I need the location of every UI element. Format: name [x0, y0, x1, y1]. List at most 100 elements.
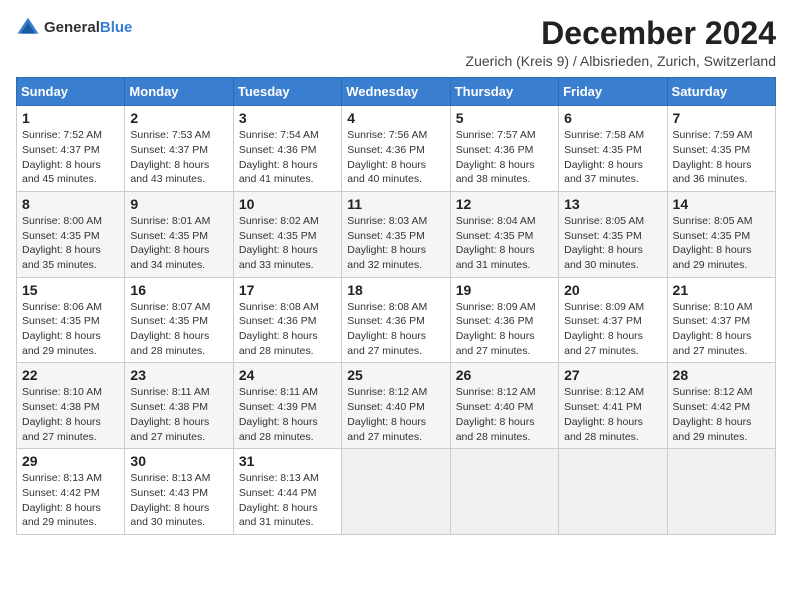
calendar-cell: 1 Sunrise: 7:52 AMSunset: 4:37 PMDaylight…: [17, 106, 125, 192]
cell-day-number: 23: [130, 367, 227, 383]
cell-info: Sunrise: 8:13 AMSunset: 4:43 PMDaylight:…: [130, 471, 227, 530]
week-row-2: 8Sunrise: 8:00 AMSunset: 4:35 PMDaylight…: [17, 191, 776, 277]
calendar-cell: 11 Sunrise: 8:03 AMSunset: 4:35 PMDayligh…: [342, 191, 450, 277]
cell-day-number: 15: [22, 282, 119, 298]
calendar-table: SundayMondayTuesdayWednesdayThursdayFrid…: [16, 77, 776, 535]
cell-day-number: 3: [239, 110, 336, 126]
calendar-cell: 26 Sunrise: 8:12 AMSunset: 4:40 PMDayligh…: [450, 363, 558, 449]
calendar-cell: 18Sunrise: 8:08 AMSunset: 4:36 PMDayligh…: [342, 277, 450, 363]
calendar-cell: 31 Sunrise: 8:13 AMSunset: 4:44 PMDayligh…: [233, 449, 341, 535]
calendar-cell: 2 Sunrise: 7:53 AMSunset: 4:37 PMDaylight…: [125, 106, 233, 192]
cell-info: Sunrise: 8:11 AMSunset: 4:38 PMDaylight:…: [130, 385, 227, 444]
logo-icon: [16, 16, 40, 40]
header-tuesday: Tuesday: [233, 78, 341, 106]
calendar-cell: 16 Sunrise: 8:07 AMSunset: 4:35 PMDayligh…: [125, 277, 233, 363]
cell-day-number: 4: [347, 110, 444, 126]
cell-day-number: 8: [22, 196, 119, 212]
cell-info: Sunrise: 8:12 AMSunset: 4:40 PMDaylight:…: [347, 385, 444, 444]
cell-info: Sunrise: 8:07 AMSunset: 4:35 PMDaylight:…: [130, 300, 227, 359]
cell-info: Sunrise: 8:12 AMSunset: 4:41 PMDaylight:…: [564, 385, 661, 444]
cell-info: Sunrise: 8:08 AMSunset: 4:36 PMDaylight:…: [347, 300, 444, 359]
cell-day-number: 10: [239, 196, 336, 212]
calendar-cell: 13 Sunrise: 8:05 AMSunset: 4:35 PMDayligh…: [559, 191, 667, 277]
calendar-cell: 7Sunrise: 7:59 AMSunset: 4:35 PMDaylight…: [667, 106, 775, 192]
calendar-cell: 27 Sunrise: 8:12 AMSunset: 4:41 PMDayligh…: [559, 363, 667, 449]
cell-day-number: 21: [673, 282, 770, 298]
cell-info: Sunrise: 7:59 AMSunset: 4:35 PMDaylight:…: [673, 128, 770, 187]
header-thursday: Thursday: [450, 78, 558, 106]
calendar-cell: 20Sunrise: 8:09 AMSunset: 4:37 PMDayligh…: [559, 277, 667, 363]
calendar-cell: 8Sunrise: 8:00 AMSunset: 4:35 PMDaylight…: [17, 191, 125, 277]
cell-info: Sunrise: 8:12 AMSunset: 4:40 PMDaylight:…: [456, 385, 553, 444]
header-sunday: Sunday: [17, 78, 125, 106]
cell-day-number: 31: [239, 453, 336, 469]
cell-day-number: 14: [673, 196, 770, 212]
cell-day-number: 5: [456, 110, 553, 126]
page-header: General Blue December 2024 Zuerich (Krei…: [16, 16, 776, 69]
cell-info: Sunrise: 8:06 AMSunset: 4:35 PMDaylight:…: [22, 300, 119, 359]
calendar-cell: [667, 449, 775, 535]
calendar-cell: 6Sunrise: 7:58 AMSunset: 4:35 PMDaylight…: [559, 106, 667, 192]
cell-info: Sunrise: 8:09 AMSunset: 4:36 PMDaylight:…: [456, 300, 553, 359]
cell-day-number: 11: [347, 196, 444, 212]
cell-info: Sunrise: 7:57 AMSunset: 4:36 PMDaylight:…: [456, 128, 553, 187]
cell-day-number: 26: [456, 367, 553, 383]
cell-day-number: 20: [564, 282, 661, 298]
calendar-cell: 5 Sunrise: 7:57 AMSunset: 4:36 PMDaylight…: [450, 106, 558, 192]
cell-info: Sunrise: 7:53 AMSunset: 4:37 PMDaylight:…: [130, 128, 227, 187]
week-row-3: 15 Sunrise: 8:06 AMSunset: 4:35 PMDayligh…: [17, 277, 776, 363]
cell-info: Sunrise: 8:13 AMSunset: 4:44 PMDaylight:…: [239, 471, 336, 530]
cell-info: Sunrise: 8:13 AMSunset: 4:42 PMDaylight:…: [22, 471, 119, 530]
logo-text: General Blue: [44, 20, 132, 37]
calendar-cell: 21 Sunrise: 8:10 AMSunset: 4:37 PMDayligh…: [667, 277, 775, 363]
cell-day-number: 13: [564, 196, 661, 212]
cell-day-number: 19: [456, 282, 553, 298]
cell-info: Sunrise: 7:56 AMSunset: 4:36 PMDaylight:…: [347, 128, 444, 187]
logo-general: General: [44, 20, 100, 37]
cell-info: Sunrise: 8:10 AMSunset: 4:37 PMDaylight:…: [673, 300, 770, 359]
cell-info: Sunrise: 7:52 AMSunset: 4:37 PMDaylight:…: [22, 128, 119, 187]
cell-info: Sunrise: 8:03 AMSunset: 4:35 PMDaylight:…: [347, 214, 444, 273]
header-monday: Monday: [125, 78, 233, 106]
calendar-cell: 4 Sunrise: 7:56 AMSunset: 4:36 PMDaylight…: [342, 106, 450, 192]
logo-blue: Blue: [100, 20, 133, 37]
week-row-4: 22 Sunrise: 8:10 AMSunset: 4:38 PMDayligh…: [17, 363, 776, 449]
calendar-cell: 17 Sunrise: 8:08 AMSunset: 4:36 PMDayligh…: [233, 277, 341, 363]
cell-info: Sunrise: 7:54 AMSunset: 4:36 PMDaylight:…: [239, 128, 336, 187]
cell-day-number: 12: [456, 196, 553, 212]
calendar-cell: 28 Sunrise: 8:12 AMSunset: 4:42 PMDayligh…: [667, 363, 775, 449]
calendar-cell: 10Sunrise: 8:02 AMSunset: 4:35 PMDayligh…: [233, 191, 341, 277]
calendar-cell: 22 Sunrise: 8:10 AMSunset: 4:38 PMDayligh…: [17, 363, 125, 449]
calendar-cell: [342, 449, 450, 535]
calendar-title: December 2024: [466, 16, 776, 51]
calendar-cell: 12Sunrise: 8:04 AMSunset: 4:35 PMDayligh…: [450, 191, 558, 277]
cell-day-number: 22: [22, 367, 119, 383]
calendar-cell: 3 Sunrise: 7:54 AMSunset: 4:36 PMDaylight…: [233, 106, 341, 192]
cell-day-number: 29: [22, 453, 119, 469]
calendar-cell: 23 Sunrise: 8:11 AMSunset: 4:38 PMDayligh…: [125, 363, 233, 449]
cell-day-number: 6: [564, 110, 661, 126]
calendar-cell: [450, 449, 558, 535]
calendar-cell: 19 Sunrise: 8:09 AMSunset: 4:36 PMDayligh…: [450, 277, 558, 363]
logo: General Blue: [16, 16, 132, 40]
header-wednesday: Wednesday: [342, 78, 450, 106]
calendar-cell: 24Sunrise: 8:11 AMSunset: 4:39 PMDayligh…: [233, 363, 341, 449]
cell-day-number: 2: [130, 110, 227, 126]
cell-info: Sunrise: 8:08 AMSunset: 4:36 PMDaylight:…: [239, 300, 336, 359]
calendar-cell: 30Sunrise: 8:13 AMSunset: 4:43 PMDayligh…: [125, 449, 233, 535]
cell-info: Sunrise: 8:05 AMSunset: 4:35 PMDaylight:…: [564, 214, 661, 273]
cell-day-number: 16: [130, 282, 227, 298]
cell-day-number: 1: [22, 110, 119, 126]
header-row: SundayMondayTuesdayWednesdayThursdayFrid…: [17, 78, 776, 106]
calendar-cell: 15 Sunrise: 8:06 AMSunset: 4:35 PMDayligh…: [17, 277, 125, 363]
calendar-cell: 14 Sunrise: 8:05 AMSunset: 4:35 PMDayligh…: [667, 191, 775, 277]
cell-info: Sunrise: 8:10 AMSunset: 4:38 PMDaylight:…: [22, 385, 119, 444]
cell-info: Sunrise: 8:12 AMSunset: 4:42 PMDaylight:…: [673, 385, 770, 444]
cell-day-number: 28: [673, 367, 770, 383]
cell-info: Sunrise: 8:05 AMSunset: 4:35 PMDaylight:…: [673, 214, 770, 273]
calendar-subtitle: Zuerich (Kreis 9) / Albisrieden, Zurich,…: [466, 53, 776, 69]
cell-day-number: 17: [239, 282, 336, 298]
week-row-1: 1 Sunrise: 7:52 AMSunset: 4:37 PMDaylight…: [17, 106, 776, 192]
week-row-5: 29 Sunrise: 8:13 AMSunset: 4:42 PMDayligh…: [17, 449, 776, 535]
cell-day-number: 27: [564, 367, 661, 383]
